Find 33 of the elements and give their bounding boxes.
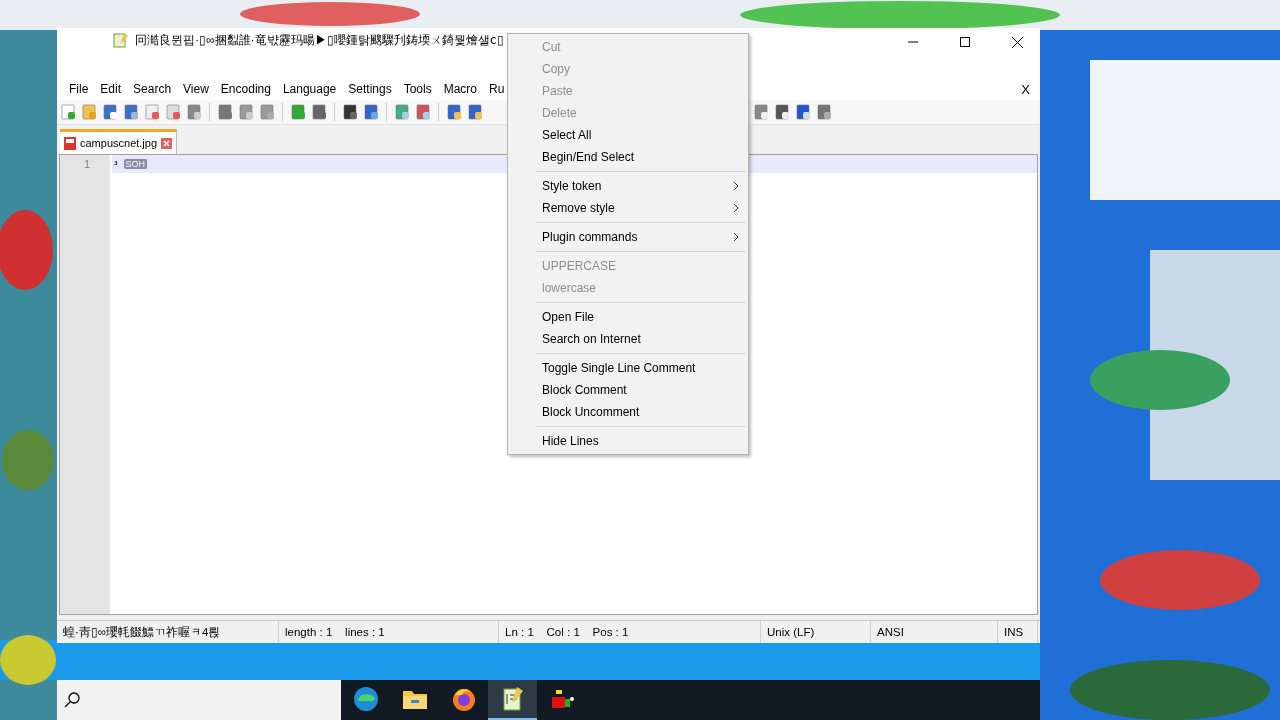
status-field: INS [998, 621, 1038, 643]
close-document-button[interactable]: X [1017, 81, 1034, 97]
menu-option[interactable]: Style token [508, 175, 748, 197]
menu-item[interactable]: File [63, 80, 95, 98]
menu-option[interactable]: Hide Lines [508, 430, 748, 452]
menu-item[interactable]: Ru [483, 80, 511, 98]
menu-option[interactable]: Search on Internet [508, 328, 748, 350]
menu-item[interactable]: View [177, 80, 215, 98]
menu-option[interactable]: Toggle Single Line Comment [508, 357, 748, 379]
status-field: 蝗·靑▯∞瓔軞餟鰾ㄲ祚喔ᆿ4뢵 [57, 621, 279, 643]
status-field: Unix (LF) [761, 621, 871, 643]
menu-option[interactable]: Begin/End Select [508, 146, 748, 168]
menu-item[interactable]: Tools [397, 80, 438, 98]
control-character: SOH [123, 159, 148, 169]
menu-option[interactable]: Block Comment [508, 379, 748, 401]
status-field: Ln : 1 Col : 1 Pos : 1 [499, 621, 761, 643]
menu-option[interactable]: Select All [508, 124, 748, 146]
menu-option[interactable]: Open File [508, 306, 748, 328]
line-number: 1 [82, 157, 91, 172]
menu-option[interactable]: Plugin commands [508, 226, 748, 248]
menu-item[interactable]: Macro [437, 80, 483, 98]
code-text: ᵌ [114, 158, 118, 170]
menu-item[interactable]: Edit [94, 80, 128, 98]
menu-item[interactable]: Search [127, 80, 178, 98]
menu-item[interactable]: Language [276, 80, 343, 98]
menu-option[interactable]: Remove style [508, 197, 748, 219]
menu-option[interactable]: Block Uncomment [508, 401, 748, 423]
status-field: length : 1 lines : 1 [279, 621, 499, 643]
window-title: 冋澔良뮌핍·▯∞捆蠫誰·竜뱏靂玛暘▶▯嚶鍾탉颼驟刋鋳堧ㄨ錡뭧燴샐ⅽ▯ [135, 32, 504, 48]
file-tab[interactable]: campuscnet.jpg [60, 129, 178, 154]
menu-item[interactable]: Settings [342, 80, 398, 98]
status-field: ANSI [871, 621, 998, 643]
menu-item[interactable]: Encoding [214, 80, 277, 98]
